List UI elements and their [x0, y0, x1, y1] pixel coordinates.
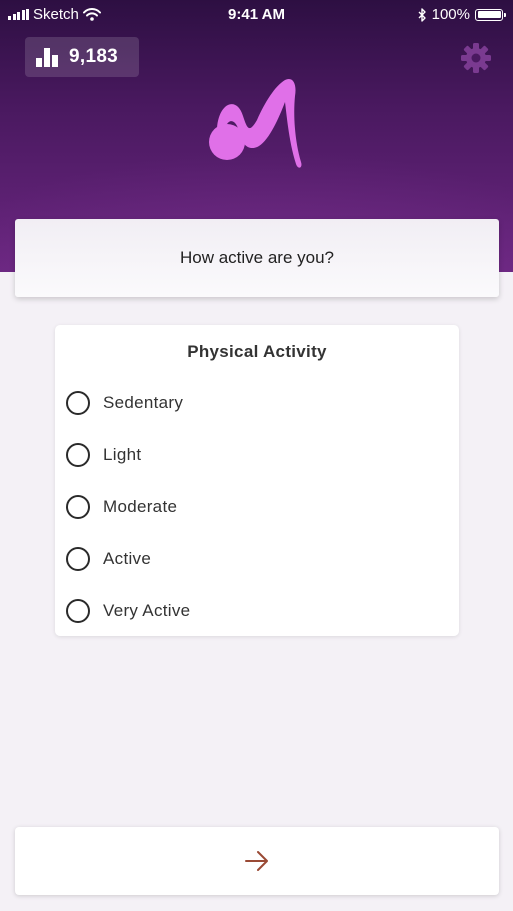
option-light[interactable]: Light	[66, 440, 436, 470]
option-sedentary[interactable]: Sedentary	[66, 388, 436, 418]
radio-icon[interactable]	[66, 599, 90, 623]
option-label: Very Active	[103, 601, 191, 620]
option-active[interactable]: Active	[66, 544, 436, 574]
option-label: Sedentary	[103, 393, 184, 412]
option-very-active[interactable]: Very Active	[66, 596, 436, 626]
question-card: How active are you?	[15, 219, 499, 297]
question-text: How active are you?	[179, 248, 335, 267]
activity-card: Physical Activity Sedentary Light Modera…	[55, 325, 459, 636]
status-bar: Sketch 9:41 AM 100%	[0, 0, 513, 30]
battery-percent: 100%	[431, 6, 470, 23]
option-label: Light	[103, 445, 142, 464]
next-button[interactable]	[15, 827, 499, 895]
radio-icon[interactable]	[66, 495, 90, 519]
activity-title: Physical Activity	[187, 342, 327, 361]
option-label: Active	[103, 549, 152, 568]
radio-icon[interactable]	[66, 391, 90, 415]
score-value: 9,183	[69, 46, 119, 67]
bar-chart-icon	[36, 48, 58, 67]
gear-icon[interactable]	[460, 42, 492, 74]
arrow-right-icon	[245, 851, 268, 871]
battery-icon	[475, 8, 506, 21]
m-logo	[209, 78, 302, 168]
radio-icon[interactable]	[66, 547, 90, 571]
bluetooth-icon	[418, 7, 426, 22]
radio-icon[interactable]	[66, 443, 90, 467]
score-badge[interactable]: 9,183	[25, 37, 139, 77]
option-label: Moderate	[103, 497, 178, 516]
status-right: 100%	[418, 6, 506, 23]
option-moderate[interactable]: Moderate	[66, 492, 436, 522]
